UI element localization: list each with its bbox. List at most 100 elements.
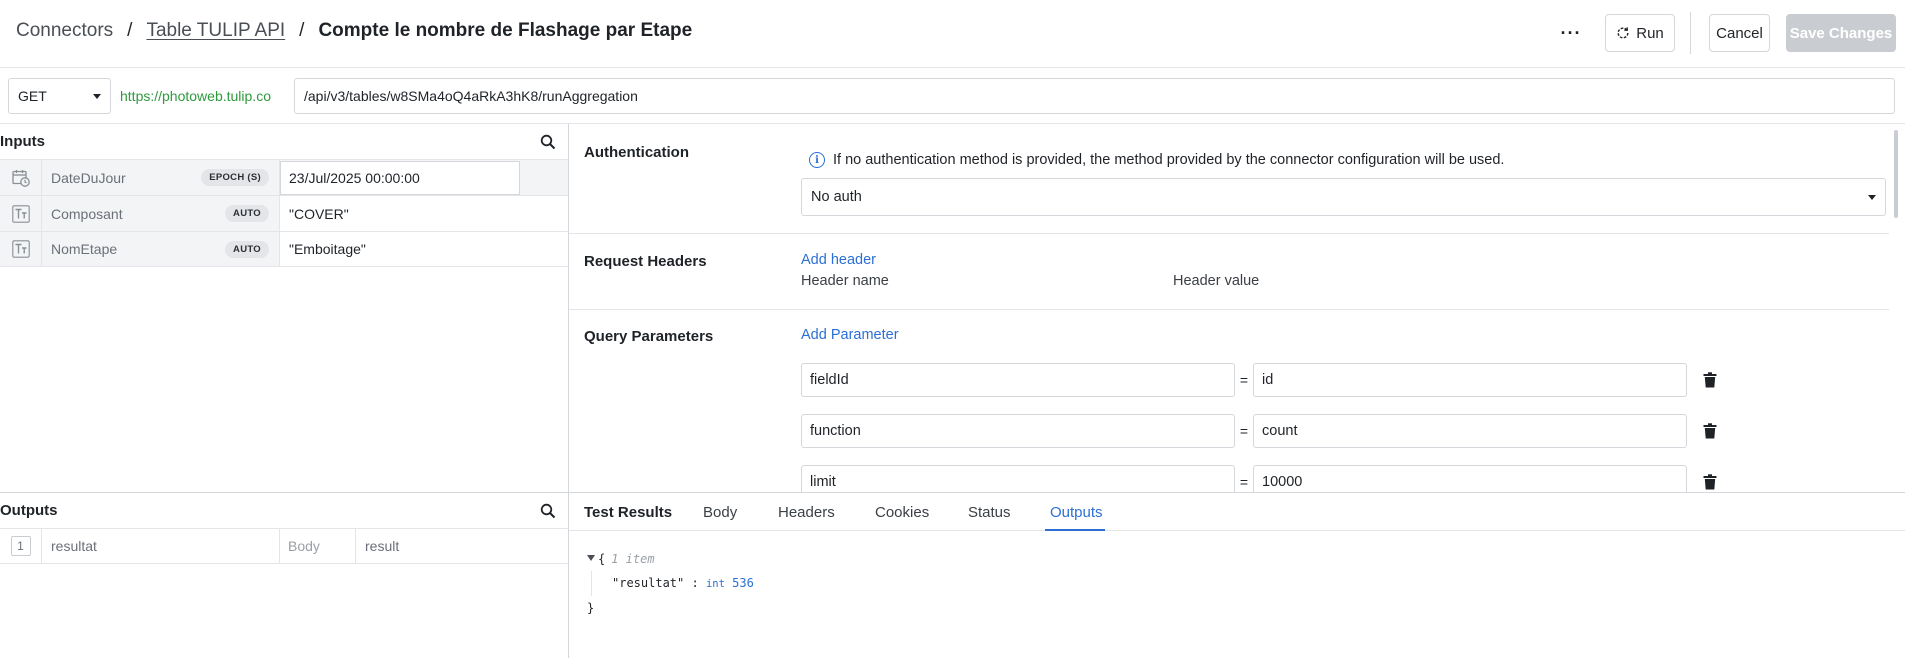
query-param-row: limit = 10000 [801, 465, 1717, 492]
cancel-button[interactable]: Cancel [1709, 14, 1770, 52]
info-icon: i [809, 152, 825, 168]
param-key-input[interactable]: fieldId [801, 363, 1235, 397]
trash-icon[interactable] [1703, 474, 1717, 490]
query-param-row: fieldId = id [801, 363, 1717, 397]
search-icon[interactable] [540, 503, 556, 519]
save-changes-button[interactable]: Save Changes [1786, 14, 1896, 52]
number-type-icon: 1 [10, 536, 31, 556]
tab-status[interactable]: Status [968, 504, 1011, 521]
query-parameters-title: Query Parameters [584, 328, 714, 345]
request-headers-title: Request Headers [584, 253, 707, 270]
json-entry: "resultat" : int 536 [591, 571, 754, 596]
request-config-panel: Authentication i If no authentication me… [569, 124, 1905, 492]
add-header-button[interactable]: Add header [801, 252, 876, 268]
add-parameter-button[interactable]: Add Parameter [801, 327, 899, 343]
request-url-bar: GET https://photoweb.tulip.co /api/v3/ta… [0, 68, 1905, 124]
page-title: Compte le nombre de Flashage par Etape [318, 20, 693, 41]
json-value: 536 [732, 576, 754, 590]
run-refresh-icon [1617, 27, 1629, 39]
active-tab-indicator [1045, 529, 1105, 531]
search-icon[interactable] [540, 134, 556, 150]
input-value-field[interactable]: "Emboitage" [280, 232, 568, 266]
json-type: int [705, 578, 725, 590]
input-value-field[interactable]: "COVER" [280, 196, 568, 231]
auth-method-value: No auth [811, 189, 862, 205]
json-close-line: } [587, 596, 754, 620]
more-options-button[interactable]: ··· [1553, 14, 1589, 52]
output-source[interactable]: Body [280, 529, 356, 563]
tab-headers[interactable]: Headers [778, 504, 835, 521]
http-method-value: GET [18, 88, 47, 104]
outputs-header: Outputs [0, 493, 568, 528]
json-colon: : [691, 576, 699, 590]
text-type-icon [11, 240, 30, 258]
base-url: https://photoweb.tulip.co [120, 88, 271, 104]
output-name[interactable]: resultat [42, 529, 280, 563]
input-type-badge[interactable]: EPOCH (S) [201, 169, 269, 186]
header-name-column: Header name [801, 273, 889, 289]
equals-sign: = [1239, 423, 1249, 439]
equals-sign: = [1239, 372, 1249, 388]
breadcrumb-separator: / [127, 20, 133, 41]
top-header: Connectors / Table TULIP API / Compte le… [0, 0, 1905, 68]
url-path-input[interactable]: /api/v3/tables/w8SMa4oQ4aRkA3hK8/runAggr… [294, 78, 1895, 114]
auth-info-message: i If no authentication method is provide… [809, 152, 1504, 168]
input-name: Composant [51, 205, 123, 222]
auth-method-select[interactable]: No auth [801, 178, 1886, 216]
collapse-triangle-icon[interactable] [587, 555, 595, 561]
tab-outputs[interactable]: Outputs [1050, 504, 1103, 521]
tab-body[interactable]: Body [703, 504, 737, 521]
inputs-title: Inputs [0, 133, 45, 150]
config-scrollbar[interactable] [1889, 124, 1903, 492]
trash-icon[interactable] [1703, 372, 1717, 388]
equals-sign: = [1239, 474, 1249, 490]
chevron-down-icon [1868, 194, 1876, 200]
header-divider [1690, 12, 1691, 54]
json-key: "resultat" [612, 576, 685, 590]
input-row[interactable]: NomEtape AUTO "Emboitage" [0, 231, 568, 267]
input-value-field[interactable]: 23/Jul/2025 00:00:00 [280, 160, 520, 195]
breadcrumb-connector-link[interactable]: Table TULIP API [146, 20, 285, 42]
param-value-input[interactable]: 10000 [1253, 465, 1687, 492]
breadcrumb: Connectors / Table TULIP API / Compte le… [16, 20, 692, 42]
section-divider [569, 309, 1889, 310]
param-key-input[interactable]: limit [801, 465, 1235, 492]
header-value-column: Header value [1173, 273, 1260, 289]
query-param-row: function = count [801, 414, 1717, 448]
output-path[interactable]: result [356, 529, 568, 563]
input-name: DateDuJour [51, 169, 126, 186]
text-type-icon [11, 204, 30, 223]
authentication-title: Authentication [584, 144, 689, 161]
param-value-input[interactable]: id [1253, 363, 1687, 397]
outputs-title: Outputs [0, 502, 58, 519]
param-value-input[interactable]: count [1253, 414, 1687, 448]
test-results-title: Test Results [584, 504, 673, 521]
run-button[interactable]: Run [1605, 14, 1675, 52]
auth-info-text: If no authentication method is provided,… [833, 152, 1505, 168]
input-row[interactable]: Composant AUTO "COVER" [0, 195, 568, 231]
param-key-input[interactable]: function [801, 414, 1235, 448]
json-open-brace: { [598, 552, 606, 566]
section-divider [569, 233, 1889, 234]
inputs-table: DateDuJour EPOCH (S) 23/Jul/2025 00:00:0… [0, 159, 568, 267]
chevron-down-icon [93, 93, 101, 99]
input-type-badge[interactable]: AUTO [225, 205, 269, 222]
calendar-clock-icon [11, 169, 30, 187]
tab-cookies[interactable]: Cookies [875, 504, 929, 521]
json-root-line[interactable]: {1 item [587, 547, 754, 571]
test-results-panel: Test Results Body Headers Cookies Status… [569, 492, 1905, 658]
input-row[interactable]: DateDuJour EPOCH (S) 23/Jul/2025 00:00:0… [0, 159, 568, 195]
json-viewer: {1 item "resultat" : int 536 } [587, 547, 754, 620]
outputs-panel: Outputs 1 resultat Body result [0, 492, 569, 658]
run-label: Run [1636, 24, 1664, 42]
trash-icon[interactable] [1703, 423, 1717, 439]
inputs-panel: Inputs DateDuJour EPOCH (S) 23/Jul/2025 … [0, 124, 569, 492]
breadcrumb-connectors[interactable]: Connectors [16, 20, 113, 42]
input-name: NomEtape [51, 241, 118, 257]
input-type-badge[interactable]: AUTO [225, 240, 269, 258]
http-method-select[interactable]: GET [8, 78, 111, 114]
json-item-count: 1 item [611, 552, 655, 566]
output-row[interactable]: 1 resultat Body result [0, 528, 568, 564]
json-close-brace: } [587, 601, 595, 615]
scrollbar-thumb[interactable] [1894, 130, 1898, 218]
